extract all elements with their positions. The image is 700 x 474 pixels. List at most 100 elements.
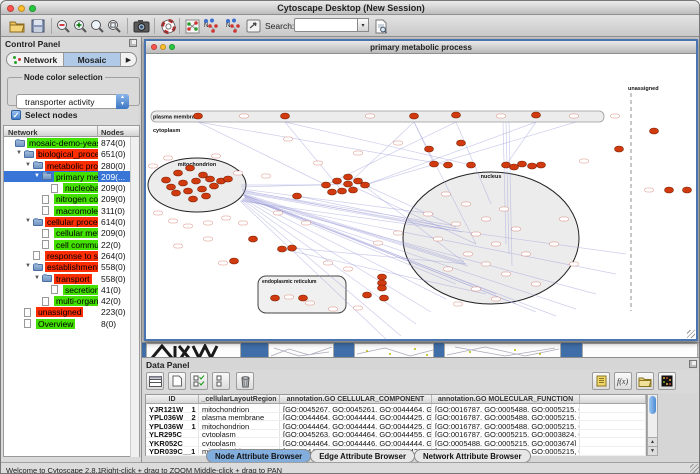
network-node[interactable] [410,113,419,119]
tree-row[interactable]: ▼primary metabo209(... [4,171,132,182]
table-row[interactable]: YJR121W__1mitochondrion[GO:0045267, GO:0… [146,404,646,413]
expander-icon[interactable]: ▼ [25,218,31,224]
tree-row[interactable]: multi-organism pro42(0) [4,295,132,306]
open-session-icon[interactable] [8,17,26,35]
expander-icon[interactable]: ▼ [25,162,31,168]
network-node[interactable] [338,188,347,194]
search-options-icon[interactable] [372,17,390,35]
network-node[interactable] [328,189,337,195]
tab-edge-attribute-browser[interactable]: Edge Attribute Browser [310,449,415,463]
network-node[interactable] [172,190,181,196]
tree-row[interactable]: nitrogen compo209(0) [4,193,132,204]
network-node[interactable] [457,140,466,146]
network-node[interactable] [378,285,387,291]
scroll-down-icon[interactable]: ▼ [648,446,657,455]
network-node[interactable] [249,236,258,242]
function-builder-icon[interactable]: f(x) [614,372,632,390]
network-node[interactable] [518,161,527,167]
search-dropdown-arrow-icon[interactable]: ▾ [358,18,369,32]
table-row[interactable]: YPL036W__1mitochondrion[GO:0044464, GO:0… [146,421,646,430]
table-row[interactable]: YLR295Ccytoplasm[GO:0045263, GO:0044464,… [146,430,646,439]
network-node[interactable] [192,178,201,184]
node-color-dropdown[interactable]: transporter activity ▲▼ [16,94,129,109]
expander-icon[interactable]: ▼ [25,263,31,269]
attribute-matrix-icon[interactable] [658,372,676,390]
zoom-selected-icon[interactable] [88,17,106,35]
network-node[interactable] [425,146,434,152]
tree-row[interactable]: unassigned223(0) [4,306,132,317]
tree-row[interactable]: nucleobase-209(0) [4,182,132,193]
network-node[interactable] [361,182,370,188]
network-node[interactable] [532,112,541,118]
network-node[interactable] [322,182,331,188]
network-node[interactable] [162,177,171,183]
network-node[interactable] [184,188,193,194]
tree-row[interactable]: ▼establishment of lo558(0) [4,261,132,272]
network-node[interactable] [528,163,537,169]
tree-row[interactable]: Overview8(0) [4,318,132,329]
network-window-titlebar[interactable]: primary metabolic process [146,41,696,54]
network-node[interactable] [378,274,387,280]
snapshot-camera-icon[interactable] [132,17,150,35]
network-node[interactable] [174,170,183,176]
tree-row[interactable]: secretion41(0) [4,284,132,295]
destroy-network-icon[interactable]: N [223,17,241,35]
float-data-panel-icon[interactable] [689,360,697,368]
apply-layout-icon[interactable]: N [201,17,219,35]
network-node[interactable] [333,178,342,184]
tree-row[interactable]: mosaic-demo-yeast874(0) [4,137,132,148]
tree-row[interactable]: cell communicat22(0) [4,239,132,250]
network-node[interactable] [210,183,219,189]
tree-row[interactable]: response to stimulu264(0) [4,250,132,261]
tab-mosaic[interactable]: Mosaic [64,53,121,66]
network-node[interactable] [430,161,439,167]
network-node[interactable] [288,245,297,251]
float-panel-icon[interactable] [129,39,137,47]
network-node[interactable] [271,295,280,301]
window-resize-grip[interactable] [687,330,695,338]
help-lifering-icon[interactable] [159,17,177,35]
network-node[interactable] [179,180,188,186]
network-node[interactable] [502,162,511,168]
scroll-up-icon[interactable]: ▲ [648,437,657,446]
new-attribute-icon[interactable] [168,372,186,390]
expander-icon[interactable]: ▼ [34,173,40,179]
network-node[interactable] [510,164,519,170]
annotation-notes-icon[interactable] [592,372,610,390]
network-canvas[interactable]: plasma membrane cytoplasm mitochondrion … [146,54,696,339]
save-session-icon[interactable] [29,17,47,35]
app-resize-grip[interactable] [690,464,699,473]
network-node[interactable] [650,128,659,134]
network-node[interactable] [202,193,211,199]
table-column-header[interactable]: _cellularLayoutRegion [199,395,280,403]
network-node[interactable] [230,258,239,264]
network-node[interactable] [683,187,692,193]
table-column-header[interactable]: annotation.GO CELLULAR_COMPONENT [280,395,432,403]
tab-overflow-arrow-icon[interactable]: ▶ [121,53,136,66]
network-node[interactable] [299,295,308,301]
network-overview-icon[interactable] [183,17,201,35]
attribute-table-icon[interactable] [146,372,164,390]
unselect-attributes-icon[interactable] [212,372,230,390]
tree-row[interactable]: macromolecule311(0) [4,205,132,216]
table-column-header[interactable]: ID [146,395,199,403]
network-node[interactable] [186,165,195,171]
attribute-table[interactable]: ID_cellularLayoutRegionannotation.GO CEL… [145,394,647,456]
select-attributes-icon[interactable] [190,372,208,390]
network-node[interactable] [344,181,353,187]
zoom-out-icon[interactable] [54,17,72,35]
network-node[interactable] [224,176,233,182]
network-node[interactable] [281,113,290,119]
scrollbar-thumb[interactable] [649,396,656,414]
import-attributes-icon[interactable] [636,372,654,390]
network-node[interactable] [665,187,674,193]
table-scrollbar[interactable]: ▲ ▼ [647,394,658,456]
network-node[interactable] [363,292,372,298]
table-row[interactable]: YPL036W__2plasma membrane[GO:0044464, GO… [146,413,646,422]
network-node[interactable] [194,113,203,119]
network-node[interactable] [452,112,461,118]
tab-node-attribute-browser[interactable]: Node Attribute Browser [206,449,311,463]
table-column-header[interactable] [580,395,646,403]
zoom-fit-icon[interactable] [105,17,123,35]
network-node[interactable] [444,162,453,168]
